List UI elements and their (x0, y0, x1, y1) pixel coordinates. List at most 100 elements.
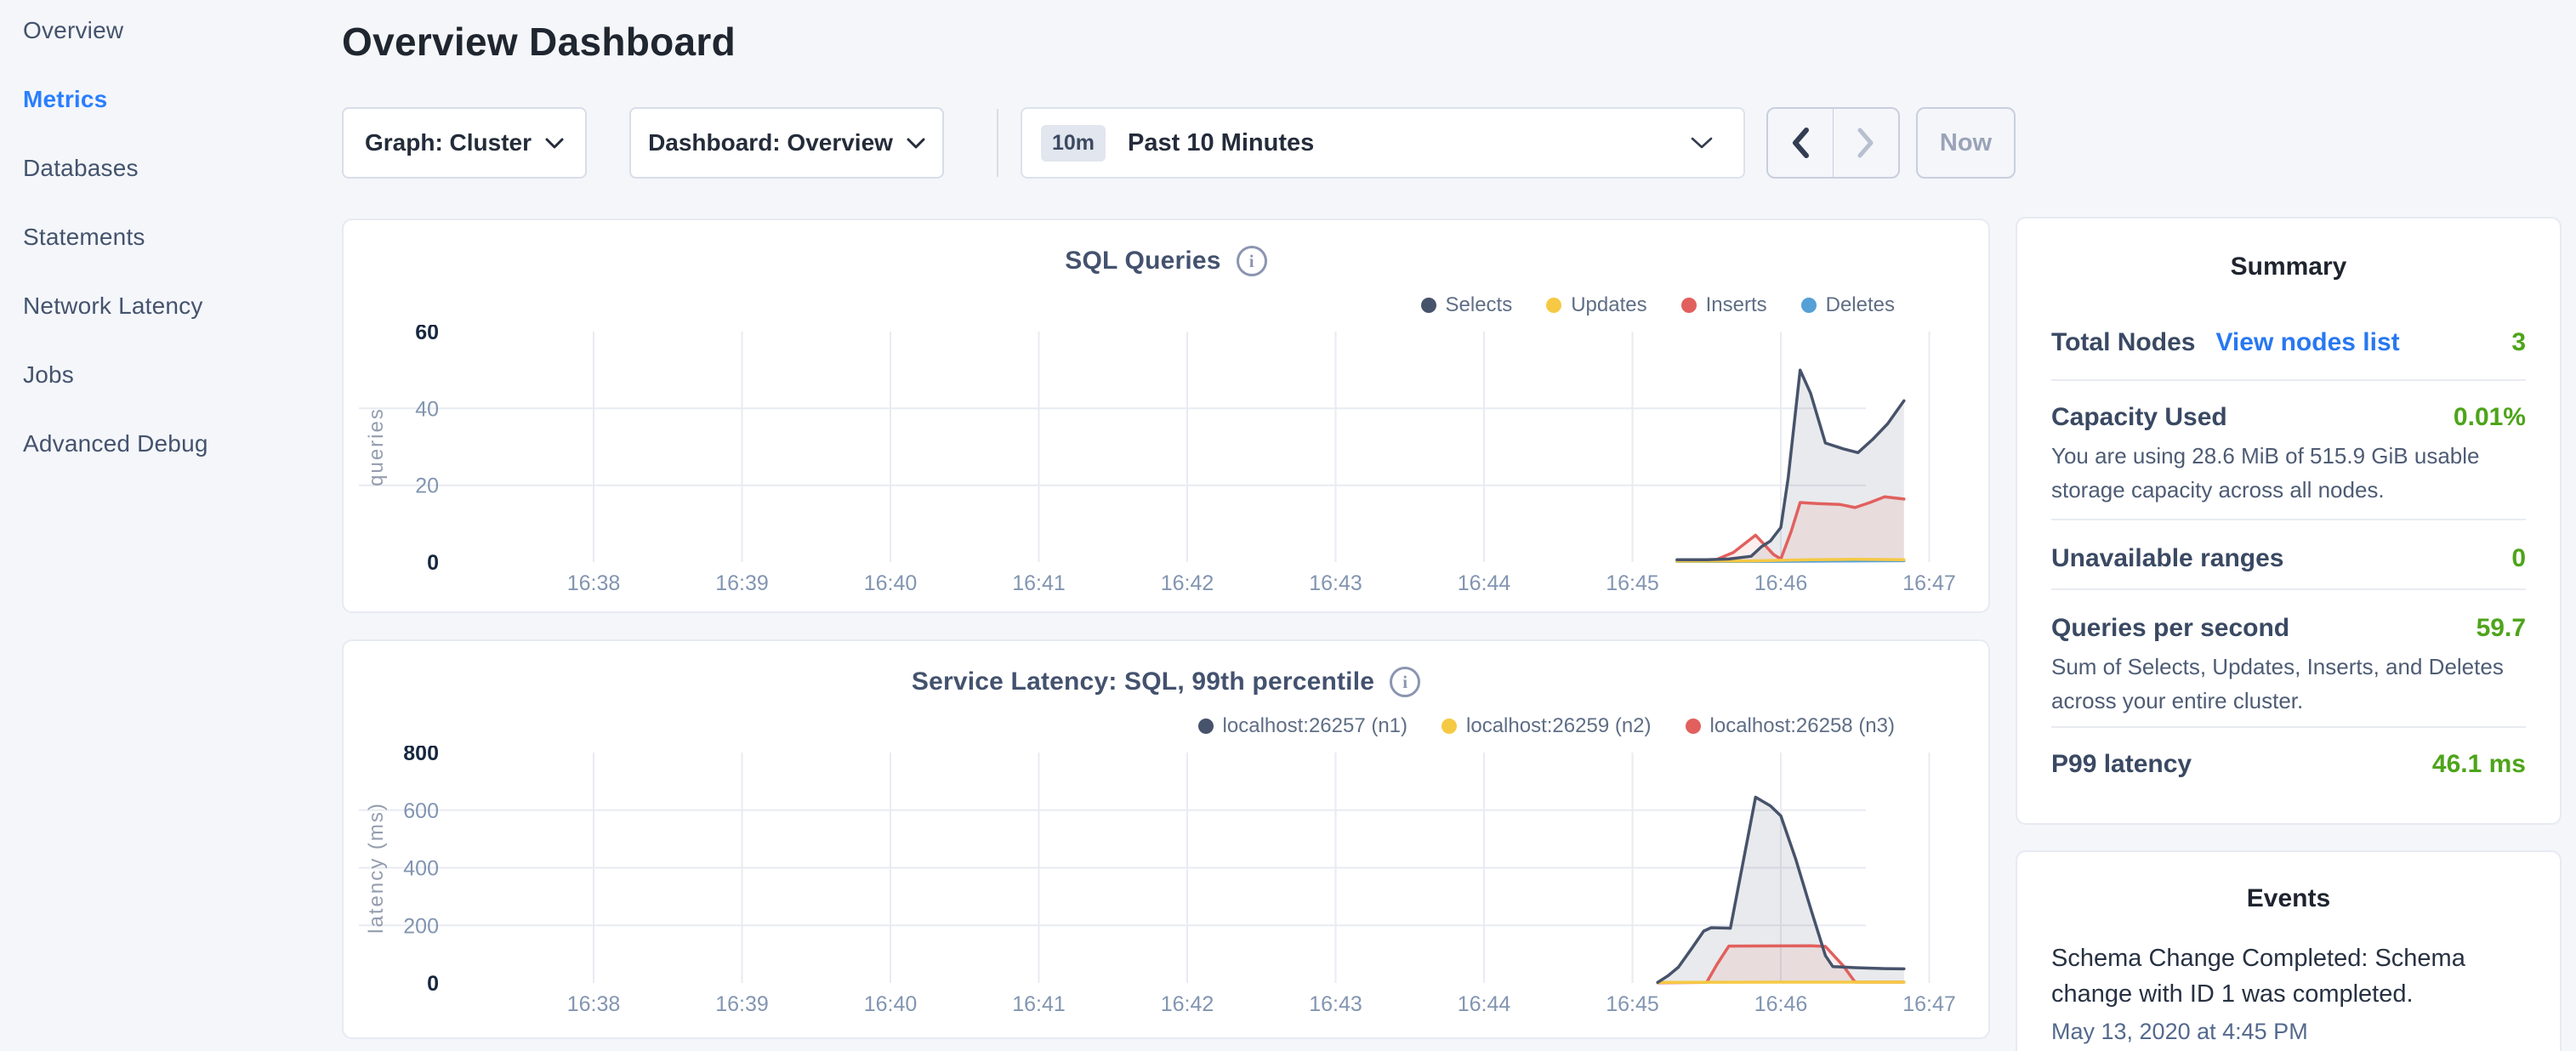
chevron-left-icon (1791, 128, 1810, 158)
svg-text:0: 0 (427, 551, 439, 575)
legend-item-updates[interactable]: Updates (1546, 293, 1646, 317)
legend-dot-icon (1421, 298, 1436, 313)
svg-text:16:41: 16:41 (1012, 571, 1066, 595)
svg-text:800: 800 (403, 746, 439, 765)
svg-text:16:44: 16:44 (1458, 992, 1511, 1016)
legend-label: localhost:26259 (n2) (1466, 714, 1651, 738)
svg-text:200: 200 (403, 914, 439, 938)
svg-text:16:45: 16:45 (1606, 571, 1659, 595)
chart-card-sql-queries: SQL Queries i Selects Updates Inserts Delet… (342, 219, 1990, 613)
svg-text:400: 400 (403, 857, 439, 881)
summary-row: P99 latency 46.1 ms (2051, 726, 2526, 796)
summary-row: Capacity Used0.01%You are using 28.6 MiB… (2051, 379, 2526, 519)
svg-text:16:38: 16:38 (567, 571, 621, 595)
time-range-dropdown[interactable]: 10m Past 10 Minutes (1021, 107, 1745, 179)
sidebar-item-overview[interactable]: Overview (23, 15, 342, 46)
chevron-down-icon (1691, 136, 1713, 150)
legend-dot-icon (1198, 719, 1214, 734)
dashboard-dropdown[interactable]: Dashboard: Overview (629, 107, 944, 179)
events-list: Schema Change Completed: Schema change w… (2017, 940, 2560, 1045)
svg-text:16:44: 16:44 (1458, 571, 1511, 595)
svg-text:16:47: 16:47 (1902, 992, 1956, 1016)
svg-text:40: 40 (415, 397, 439, 421)
chevron-down-icon (545, 137, 564, 149)
event-text: Schema Change Completed: Schema change w… (2051, 940, 2526, 1012)
summary-panel: Summary Total Nodes View nodes list 3 Capac… (2016, 217, 2562, 825)
summary-row-label: Capacity Used (2051, 403, 2227, 432)
chart-plot: 16:38 16:39 16:40 16:41 16:42 16:43 16:44 16:45… (344, 325, 1988, 618)
page-title: Overview Dashboard (342, 19, 736, 65)
sidebar-item-metrics[interactable]: Metrics (23, 84, 342, 115)
svg-text:16:43: 16:43 (1309, 571, 1362, 595)
svg-text:16:40: 16:40 (864, 571, 918, 595)
svg-text:20: 20 (415, 474, 439, 498)
svg-text:16:47: 16:47 (1902, 571, 1956, 595)
sidebar-item-databases[interactable]: Databases (23, 153, 342, 184)
time-forward-button[interactable] (1834, 109, 1898, 177)
graph-dropdown[interactable]: Graph: Cluster (342, 107, 587, 179)
summary-row: Queries per second 59.7 Sum of Selects, Up… (2051, 588, 2526, 726)
legend-label: localhost:26258 (n3) (1710, 714, 1895, 738)
view-nodes-link[interactable]: View nodes list (2215, 328, 2399, 357)
legend-label: Deletes (1826, 293, 1895, 317)
controls-divider (997, 109, 998, 177)
time-back-button[interactable] (1768, 109, 1833, 177)
summary-row-label: Queries per second (2051, 614, 2289, 643)
svg-text:latency (ms): latency (ms) (365, 802, 388, 934)
svg-text:16:43: 16:43 (1309, 992, 1362, 1016)
chart-plot-svg[interactable]: 16:3816:3916:4016:4116:4216:4316:4416:45… (344, 746, 1988, 1039)
summary-row-label: Total Nodes (2051, 328, 2195, 357)
svg-text:16:45: 16:45 (1606, 992, 1659, 1016)
svg-text:60: 60 (415, 325, 439, 344)
legend-label: Selects (1446, 293, 1513, 317)
summary-row-description: Sum of Selects, Updates, Inserts, and De… (2051, 650, 2526, 718)
info-icon[interactable]: i (1390, 667, 1420, 697)
legend-item-selects[interactable]: Selects (1421, 293, 1513, 317)
chart-title: SQL Queries (1065, 247, 1220, 276)
legend-item-localhost-26259-n2-[interactable]: localhost:26259 (n2) (1442, 714, 1651, 738)
legend-item-localhost-26257-n1-[interactable]: localhost:26257 (n1) (1198, 714, 1407, 738)
summary-row-value: 0 (2511, 544, 2526, 573)
summary-row: Total Nodes View nodes list 3 (2051, 328, 2526, 379)
chart-card-service-latency: Service Latency: SQL, 99th percentile i … (342, 639, 1990, 1039)
info-icon[interactable]: i (1237, 246, 1267, 276)
graph-dropdown-label: Graph: Cluster (365, 129, 532, 156)
legend-dot-icon (1681, 298, 1697, 313)
dashboard-dropdown-label: Dashboard: Overview (648, 129, 893, 156)
chart-plot-svg[interactable]: 16:38 16:39 16:40 16:41 16:42 16:43 16:44 16:45… (344, 325, 1988, 618)
summary-row-description: You are using 28.6 MiB of 515.9 GiB usab… (2051, 439, 2526, 507)
summary-row-value: 46.1 ms (2432, 750, 2526, 779)
time-range-badge: 10m (1041, 125, 1106, 162)
time-range-label: Past 10 Minutes (1128, 129, 1314, 157)
sidebar-item-network-latency[interactable]: Network Latency (23, 291, 342, 321)
summary-row-label: P99 latency (2051, 750, 2192, 779)
summary-title: Summary (2017, 253, 2560, 281)
svg-text:16:38: 16:38 (567, 992, 621, 1016)
svg-text:16:40: 16:40 (864, 992, 918, 1016)
svg-text:0: 0 (427, 972, 439, 996)
controls-row: Graph: Cluster Dashboard: Overview 10m P… (342, 107, 2017, 179)
chart-legend: Selects Updates Inserts Deletes (1421, 293, 1896, 317)
sidebar-item-statements[interactable]: Statements (23, 222, 342, 253)
events-title: Events (2017, 884, 2560, 913)
chart-plot: 16:3816:3916:4016:4116:4216:4316:4416:45… (344, 746, 1988, 1039)
events-panel: Events Schema Change Completed: Schema c… (2016, 850, 2562, 1051)
legend-item-localhost-26258-n3-[interactable]: localhost:26258 (n3) (1686, 714, 1895, 738)
svg-text:16:39: 16:39 (715, 571, 769, 595)
svg-text:16:41: 16:41 (1012, 992, 1066, 1016)
sidebar-item-jobs[interactable]: Jobs (23, 360, 342, 390)
svg-text:16:42: 16:42 (1161, 571, 1214, 595)
legend-dot-icon (1686, 719, 1701, 734)
legend-item-deletes[interactable]: Deletes (1801, 293, 1895, 317)
event-item[interactable]: Schema Change Completed: Schema change w… (2017, 940, 2560, 1045)
chart-legend: localhost:26257 (n1) localhost:26259 (n2)… (1198, 714, 1895, 738)
legend-label: localhost:26257 (n1) (1223, 714, 1407, 738)
sidebar-item-advanced-debug[interactable]: Advanced Debug (23, 429, 342, 459)
event-timestamp: May 13, 2020 at 4:45 PM (2051, 1019, 2526, 1045)
legend-item-inserts[interactable]: Inserts (1681, 293, 1767, 317)
summary-row-value: 59.7 (2476, 614, 2526, 643)
legend-dot-icon (1801, 298, 1817, 313)
now-button[interactable]: Now (1916, 107, 2016, 179)
legend-label: Updates (1571, 293, 1646, 317)
summary-row-value: 3 (2511, 328, 2526, 357)
